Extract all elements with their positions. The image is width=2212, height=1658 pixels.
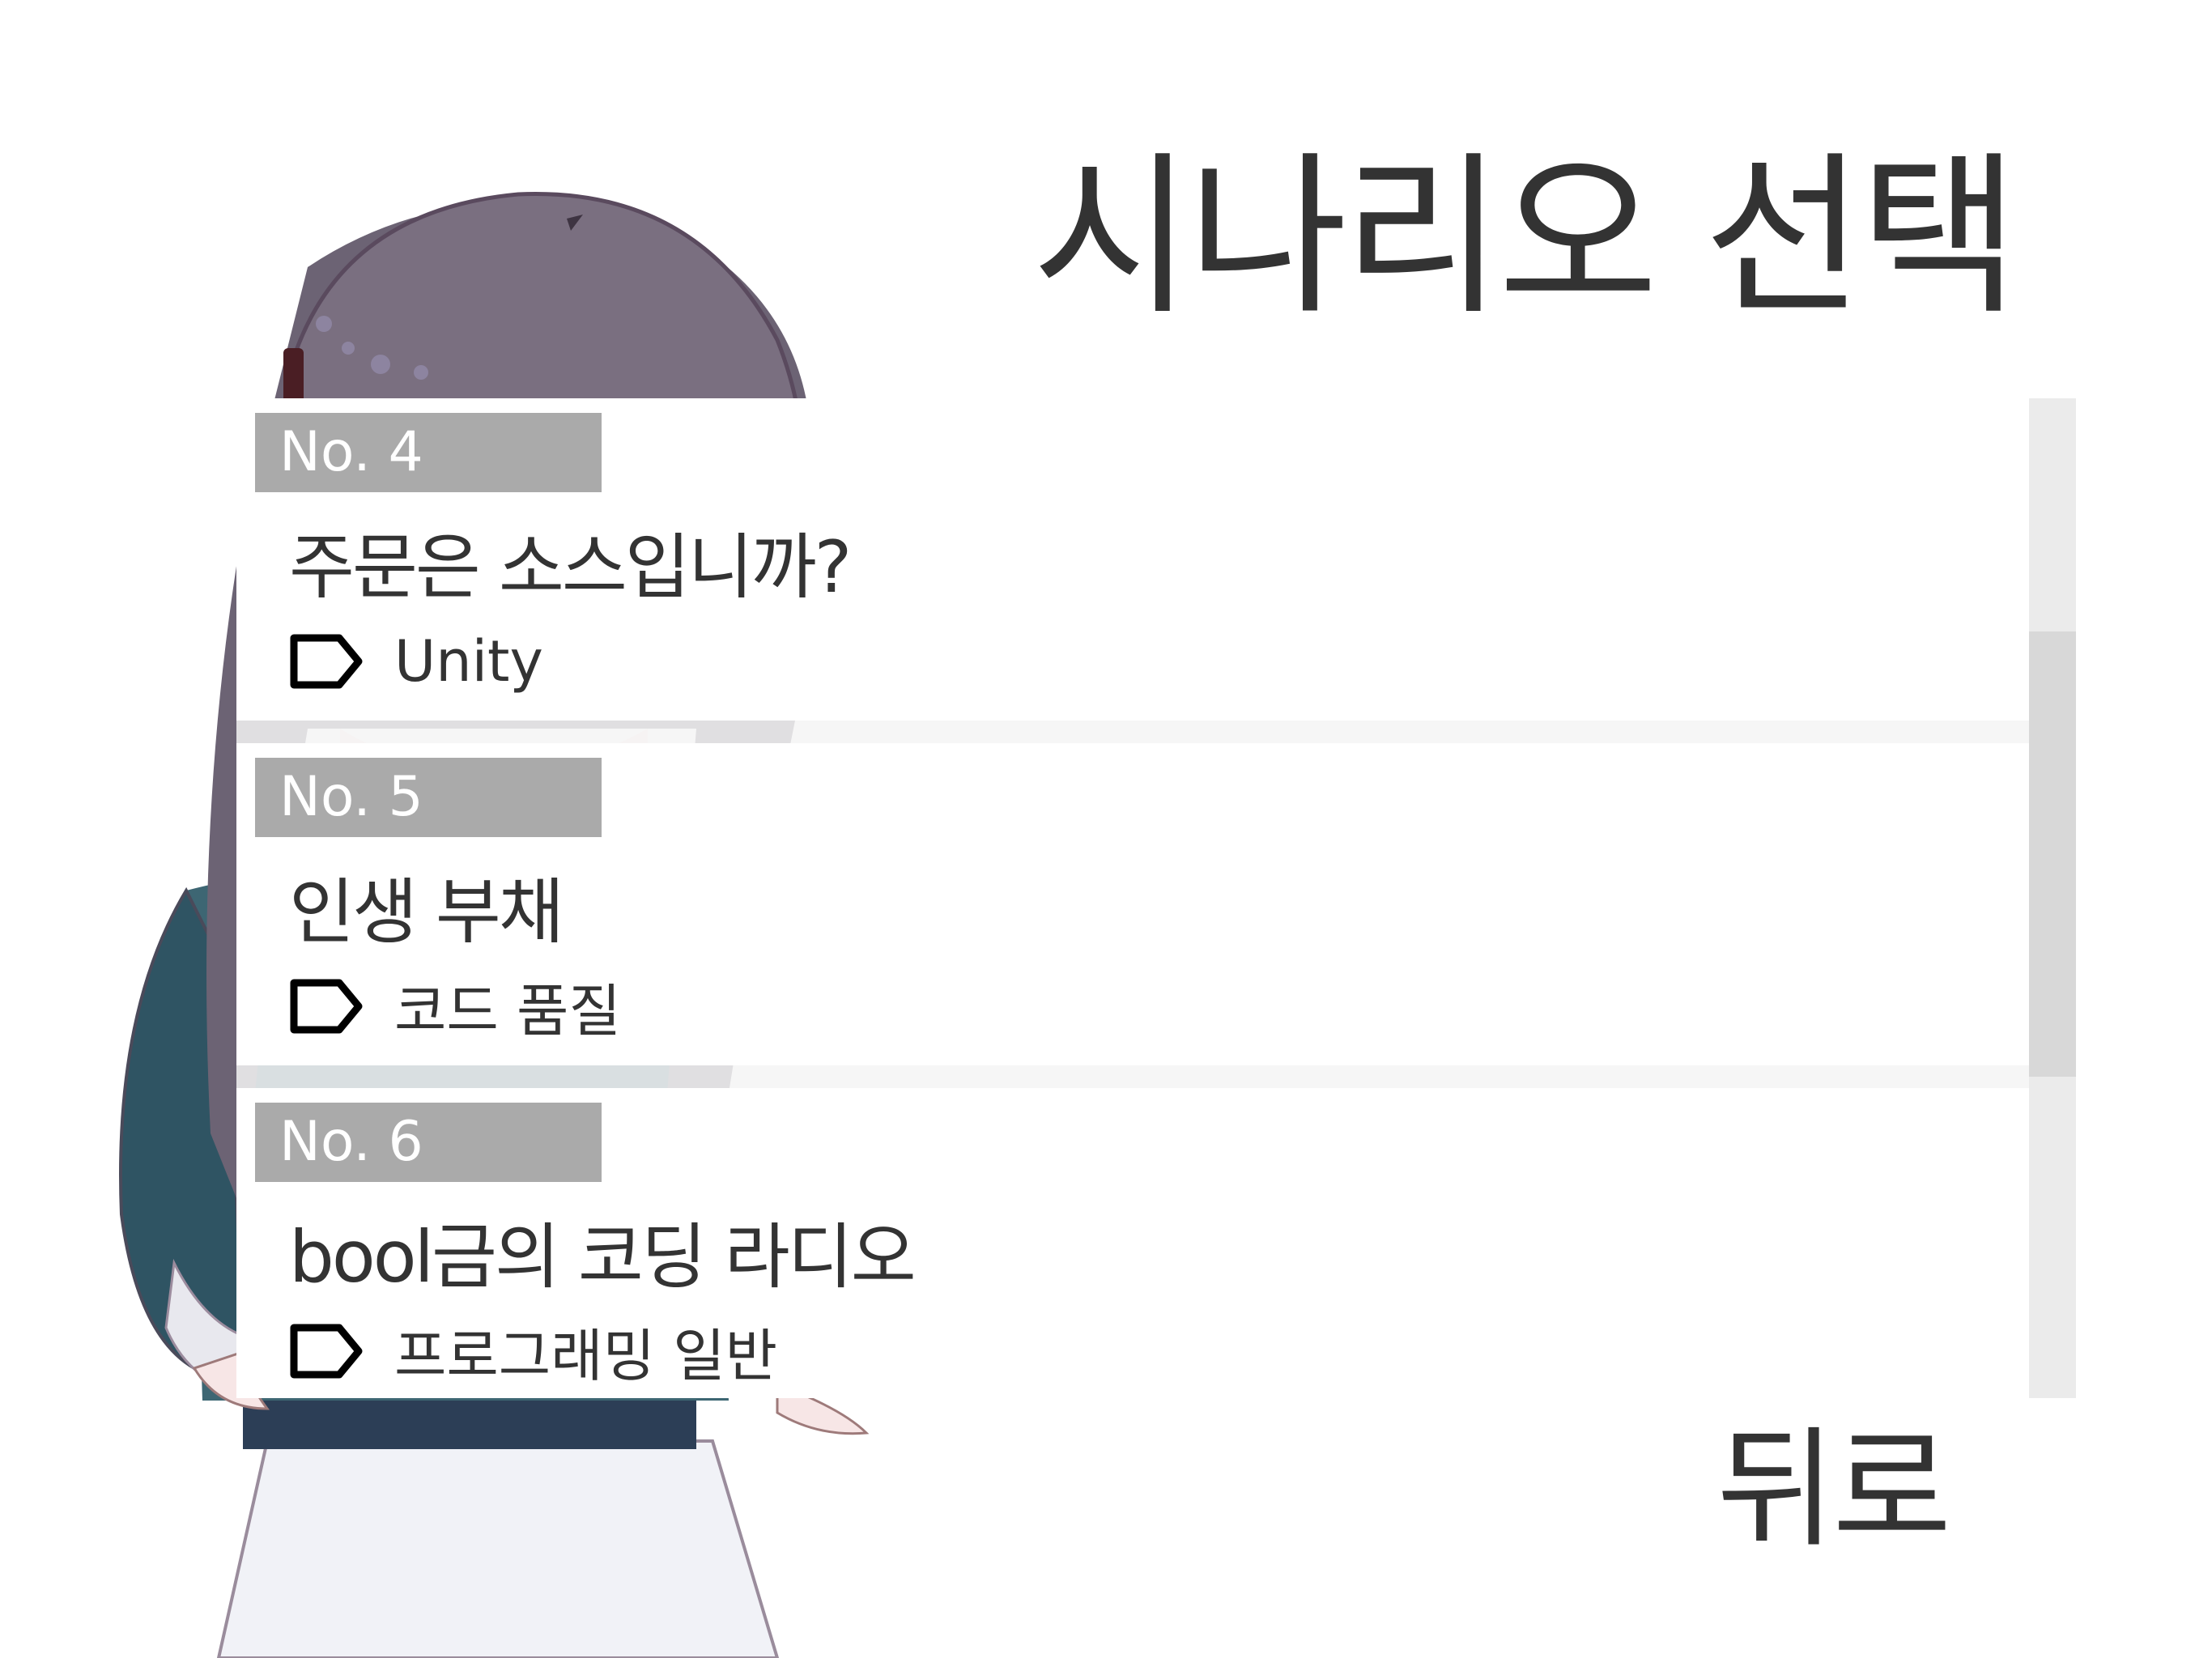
scenario-card[interactable]: No. 5 인생 부채 코드 품질 bbox=[236, 743, 2029, 1088]
scenario-card[interactable]: No. 6 bool금의 코딩 라디오 프로그래밍 일반 bbox=[236, 1088, 2029, 1398]
scenario-list[interactable]: No. 4 주문은 소스입니까? Unity No. 5 인생 부채 코드 품질… bbox=[236, 398, 2076, 1398]
scenario-tag: 프로그래밍 일반 bbox=[289, 1319, 777, 1389]
scenario-tag: Unity bbox=[289, 628, 543, 695]
scenario-tag-label: 코드 품질 bbox=[394, 977, 621, 1044]
back-button[interactable]: 뒤로 bbox=[1716, 1425, 1951, 1554]
scenario-tag: 코드 품질 bbox=[289, 974, 621, 1044]
scenario-title: 인생 부채 bbox=[289, 870, 564, 954]
scrollbar-thumb[interactable] bbox=[2029, 631, 2076, 1077]
tag-icon bbox=[290, 634, 363, 689]
scenario-number-badge: No. 4 bbox=[255, 413, 602, 492]
scrollbar-track[interactable] bbox=[2029, 398, 2076, 1398]
scenario-card[interactable]: No. 4 주문은 소스입니까? Unity bbox=[236, 398, 2029, 743]
scenario-list-content: No. 4 주문은 소스입니까? Unity No. 5 인생 부채 코드 품질… bbox=[236, 398, 2029, 1398]
card-divider bbox=[236, 721, 2029, 743]
scenario-number-badge: No. 6 bbox=[255, 1103, 602, 1182]
scenario-tag-label: 프로그래밍 일반 bbox=[394, 1322, 778, 1389]
tag-icon bbox=[290, 1324, 363, 1379]
scenario-title: bool금의 코딩 라디오 bbox=[289, 1215, 917, 1299]
scenario-select-screen: 시나리오 선택 No. 4 주문은 소스입니까? Unity No. 5 인생 … bbox=[0, 0, 2212, 1658]
scenario-tag-label: Unity bbox=[394, 628, 543, 695]
card-divider bbox=[236, 1065, 2029, 1088]
scenario-number-badge: No. 5 bbox=[255, 758, 602, 837]
scenario-title: 주문은 소스입니까? bbox=[289, 525, 852, 609]
tag-icon bbox=[290, 979, 363, 1034]
page-title: 시나리오 선택 bbox=[1032, 135, 2019, 338]
